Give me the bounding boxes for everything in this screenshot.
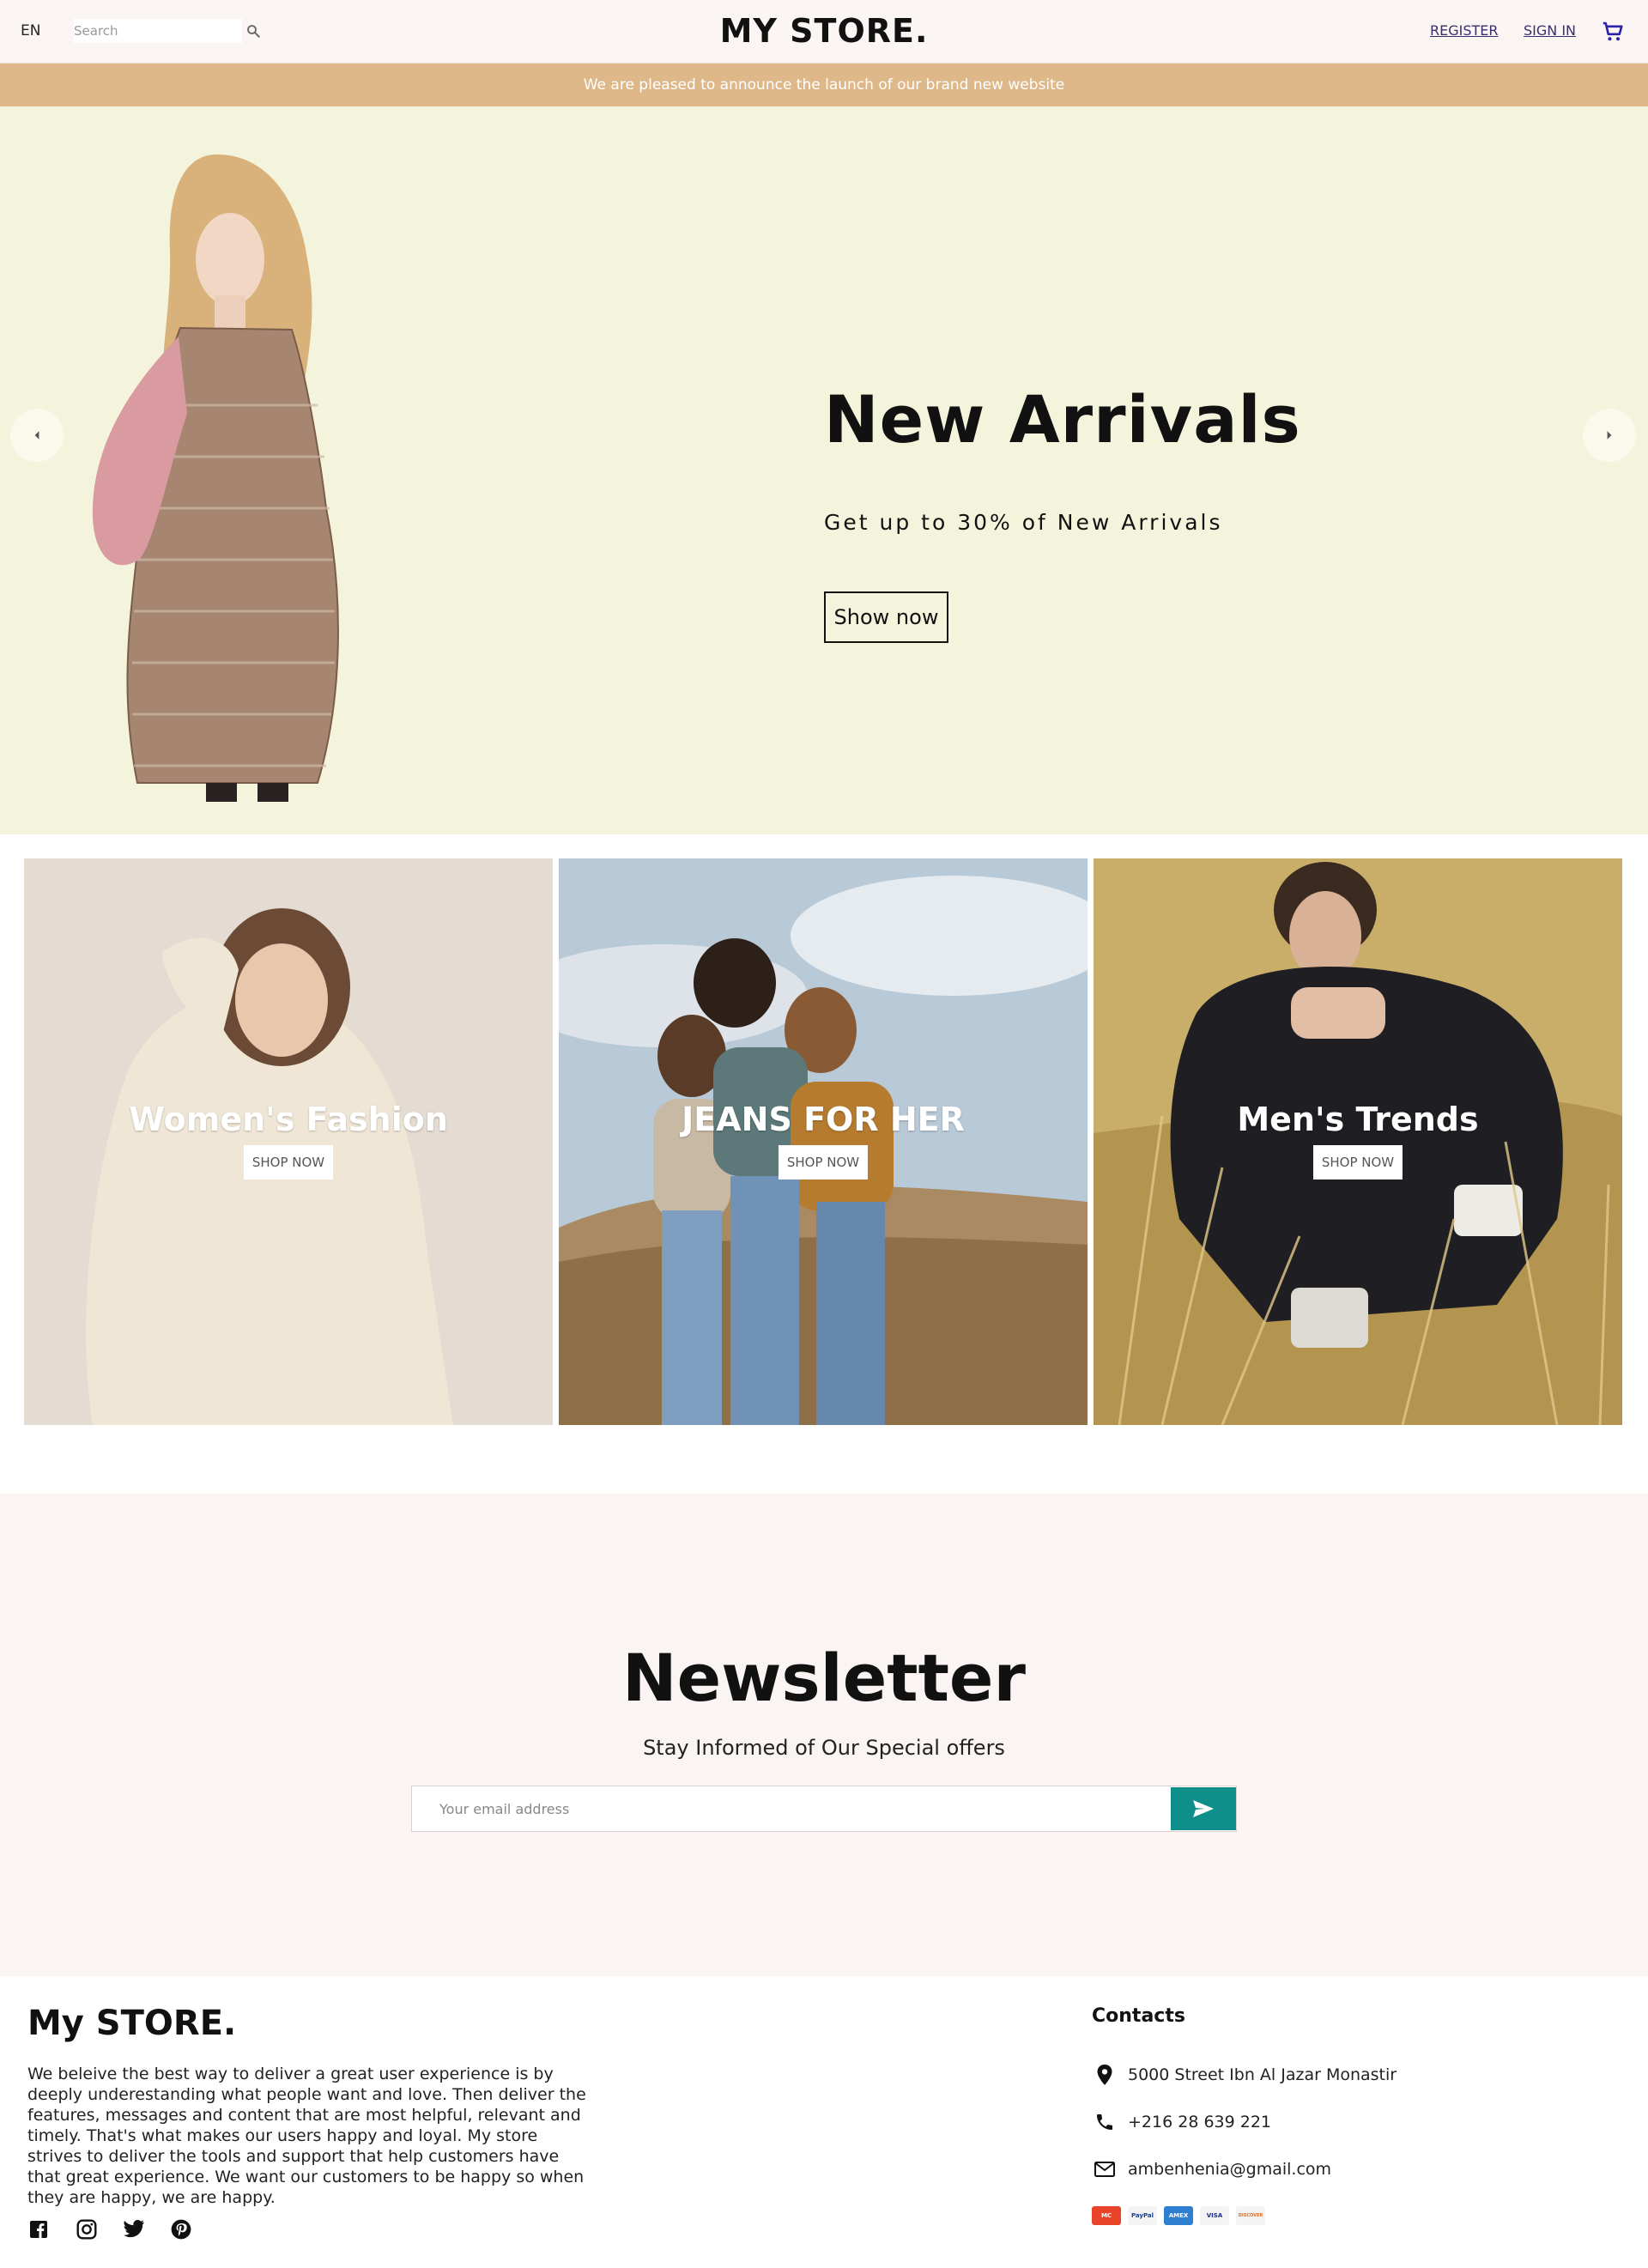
- mail-icon: [1092, 2156, 1118, 2182]
- show-now-button[interactable]: Show now: [824, 591, 948, 643]
- hero-model-image: [92, 154, 339, 802]
- announcement-text: We are pleased to announce the launch of…: [583, 76, 1065, 94]
- mastercard-icon: MC: [1092, 2206, 1121, 2225]
- womens-fashion-image: [24, 858, 553, 1425]
- search-icon[interactable]: [244, 21, 263, 40]
- card-title: Men's Trends: [1237, 1101, 1479, 1138]
- location-pin-icon: [1092, 2062, 1118, 2088]
- site-footer: My STORE. We beleive the best way to del…: [0, 1976, 1648, 2268]
- slider-next-button[interactable]: [1583, 409, 1636, 462]
- shop-now-button[interactable]: SHOP NOW: [1313, 1145, 1403, 1179]
- visa-icon: VISA: [1200, 2206, 1229, 2225]
- pinterest-icon[interactable]: [168, 2216, 194, 2242]
- contact-address-text: 5000 Street Ibn Al Jazar Monastir: [1128, 2065, 1397, 2084]
- newsletter-title: Newsletter: [622, 1640, 1026, 1716]
- hero-slider: New Arrivals Get up to 30% of New Arriva…: [0, 106, 1648, 834]
- contacts-title: Contacts: [1092, 2005, 1185, 2027]
- payment-methods: MC PayPal AMEX VISA DISCOVER: [1092, 2206, 1265, 2225]
- hero-subtitle: Get up to 30% of New Arrivals: [824, 510, 1223, 535]
- send-icon: [1193, 1800, 1214, 1817]
- newsletter-email-input[interactable]: [412, 1786, 1171, 1831]
- mens-trends-image: [1094, 858, 1622, 1425]
- twitter-icon[interactable]: [121, 2216, 147, 2242]
- search-bar: [74, 19, 264, 43]
- category-card-mens-trends[interactable]: Men's Trends SHOP NOW: [1094, 858, 1622, 1425]
- search-input[interactable]: [74, 19, 242, 43]
- cart-icon[interactable]: [1600, 19, 1626, 45]
- facebook-icon[interactable]: [26, 2216, 52, 2242]
- sign-in-link[interactable]: SIGN IN: [1524, 22, 1576, 39]
- language-selector[interactable]: EN: [21, 22, 40, 39]
- chevron-left-icon: [34, 431, 39, 440]
- contact-email-text: ambenhenia@gmail.com: [1128, 2160, 1332, 2179]
- card-title: JEANS FOR HER: [682, 1101, 965, 1138]
- instagram-icon[interactable]: [74, 2216, 100, 2242]
- hero-title: New Arrivals: [824, 381, 1301, 458]
- newsletter-subtitle: Stay Informed of Our Special offers: [643, 1736, 1005, 1760]
- card-title: Women's Fashion: [129, 1101, 448, 1138]
- newsletter-form: [411, 1786, 1237, 1832]
- footer-logo[interactable]: My STORE.: [27, 2004, 236, 2043]
- register-link[interactable]: REGISTER: [1430, 22, 1499, 39]
- chevron-right-icon: [1607, 431, 1612, 440]
- paypal-icon: PayPal: [1128, 2206, 1157, 2225]
- phone-icon: [1092, 2109, 1118, 2135]
- contact-phone-text: +216 28 639 221: [1128, 2113, 1272, 2132]
- site-logo[interactable]: MY STORE.: [720, 12, 929, 50]
- category-card-womens-fashion[interactable]: Women's Fashion SHOP NOW: [24, 858, 553, 1425]
- announcement-bar: We are pleased to announce the launch of…: [0, 64, 1648, 106]
- jeans-for-her-image: [559, 858, 1088, 1425]
- amex-icon: AMEX: [1164, 2206, 1193, 2225]
- shop-now-button[interactable]: SHOP NOW: [779, 1145, 868, 1179]
- contact-email[interactable]: ambenhenia@gmail.com: [1092, 2156, 1331, 2182]
- newsletter-section: Newsletter Stay Informed of Our Special …: [0, 1494, 1648, 1976]
- shop-now-button[interactable]: SHOP NOW: [244, 1145, 333, 1179]
- contact-address: 5000 Street Ibn Al Jazar Monastir: [1092, 2062, 1397, 2088]
- site-header: EN MY STORE. REGISTER SIGN IN: [0, 0, 1648, 64]
- slider-prev-button[interactable]: [10, 409, 64, 462]
- category-card-jeans-for-her[interactable]: JEANS FOR HER SHOP NOW: [559, 858, 1088, 1425]
- footer-about-text: We beleive the best way to deliver a gre…: [27, 2065, 586, 2207]
- discover-icon: DISCOVER: [1236, 2206, 1265, 2225]
- contact-phone[interactable]: +216 28 639 221: [1092, 2109, 1271, 2135]
- newsletter-submit-button[interactable]: [1171, 1787, 1236, 1830]
